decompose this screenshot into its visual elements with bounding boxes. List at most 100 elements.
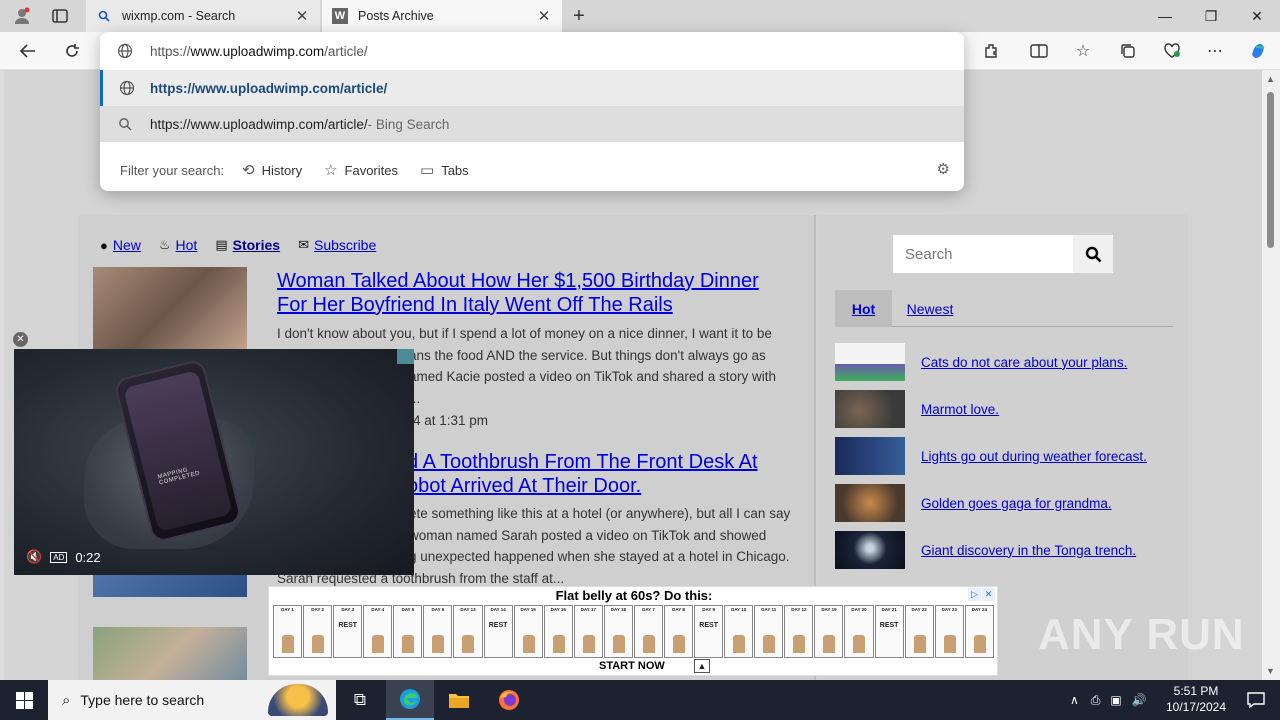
- item-link[interactable]: Giant discovery in the Tonga trench.: [921, 543, 1136, 558]
- list-item[interactable]: Marmot love.: [835, 389, 1175, 429]
- list-item[interactable]: Giant discovery in the Tonga trench.: [835, 530, 1175, 570]
- minimize-icon[interactable]: —: [1142, 0, 1188, 32]
- tab-strip: wixmp.com - Search ✕ W Posts Archive ✕ +…: [0, 0, 1280, 32]
- close-ad-icon[interactable]: ✕: [982, 588, 995, 601]
- fire-icon: ♨: [158, 237, 171, 252]
- sidebar-search-input[interactable]: Search: [893, 235, 1073, 273]
- scroll-down-icon[interactable]: ▼: [1266, 666, 1275, 676]
- back-icon[interactable]: [14, 38, 42, 64]
- ad-day-cell: DAY 5: [393, 605, 423, 658]
- nav-stories[interactable]: Stories: [233, 237, 280, 253]
- filter-history[interactable]: ⟲ History: [242, 161, 302, 179]
- device-icon[interactable]: ⎙: [1091, 693, 1101, 708]
- story-date: 4 at 1:31 pm: [413, 413, 489, 428]
- banner-ad[interactable]: Flat belly at 60s? Do this: ▷ ✕ DAY 1 DAY…: [268, 586, 998, 676]
- ad-cta[interactable]: START NOW: [599, 660, 665, 672]
- page-scrollbar[interactable]: ▲ ▼: [1262, 70, 1280, 680]
- item-link[interactable]: Golden goes gaga for grandma.: [921, 496, 1112, 511]
- extensions-icon[interactable]: [977, 38, 1005, 64]
- address-input[interactable]: https://www.uploadwimp.com/article/: [100, 33, 964, 69]
- search-icon: [96, 8, 112, 24]
- item-link[interactable]: Cats do not care about your plans.: [921, 355, 1127, 370]
- refresh-icon[interactable]: [58, 38, 86, 64]
- ad-day-cell: DAY 23: [934, 605, 964, 658]
- task-view-icon[interactable]: ⧉: [336, 680, 384, 720]
- tab-actions-icon[interactable]: [48, 5, 72, 27]
- filter-favorites[interactable]: ☆ Favorites: [324, 161, 398, 179]
- adchoices-icon[interactable]: ▷: [968, 588, 981, 601]
- tab-newest[interactable]: Newest: [897, 290, 963, 327]
- close-video-icon[interactable]: ✕: [13, 332, 28, 347]
- tab-hot[interactable]: Hot: [835, 290, 892, 327]
- gear-icon[interactable]: ⚙: [937, 160, 950, 178]
- address-prefix: https://: [150, 43, 191, 59]
- ad-day-label: DAY 7: [642, 607, 655, 612]
- ad-day-label: DAY 9: [702, 607, 716, 612]
- exercise-figure-icon: [312, 635, 325, 653]
- address-domain: www.uploadwimp.com: [190, 43, 325, 59]
- ad-day-cell: DAY 21 REST: [874, 605, 904, 658]
- edge-icon[interactable]: [386, 680, 434, 720]
- copilot-icon[interactable]: [1244, 38, 1272, 64]
- collections-icon[interactable]: [1114, 38, 1142, 64]
- list-item[interactable]: Golden goes gaga for grandma.: [835, 483, 1175, 523]
- volume-icon[interactable]: 🔊: [1132, 693, 1147, 707]
- url-suggestion[interactable]: https://www.uploadwimp.com/article/: [100, 70, 964, 106]
- nav-new[interactable]: New: [113, 237, 141, 253]
- file-explorer-icon[interactable]: [435, 680, 483, 720]
- ad-day-label: DAY 24: [971, 607, 987, 612]
- profile-icon[interactable]: [10, 5, 34, 27]
- more-menu-icon[interactable]: ⋯: [1201, 38, 1229, 64]
- close-tab-icon[interactable]: ✕: [294, 7, 310, 25]
- system-clock[interactable]: 5:51 PM 10/17/2024: [1160, 683, 1232, 715]
- restore-icon[interactable]: ❐: [1188, 0, 1234, 32]
- split-screen-icon[interactable]: [1025, 38, 1053, 64]
- windows-start-icon[interactable]: [0, 680, 48, 720]
- video-expand-icon[interactable]: [397, 349, 414, 364]
- browser-essentials-icon[interactable]: [1158, 38, 1186, 64]
- firefox-icon[interactable]: [485, 680, 533, 720]
- chevron-up-icon[interactable]: ∧: [1070, 693, 1079, 707]
- item-link[interactable]: Marmot love.: [921, 402, 999, 417]
- close-window-icon[interactable]: ✕: [1234, 0, 1280, 32]
- notifications-icon[interactable]: [1232, 680, 1280, 720]
- exercise-figure-icon: [733, 635, 746, 653]
- bing-search-suggestion[interactable]: https://www.uploadwimp.com/article/ - Bi…: [100, 106, 964, 142]
- taskbar: ⌕ Type here to search ⧉ ∧ ⎙ ▣ 🔊 5:51 PM …: [0, 680, 1280, 720]
- scroll-up-icon[interactable]: ▲: [1266, 74, 1275, 84]
- list-item[interactable]: Cats do not care about your plans.: [835, 342, 1175, 382]
- new-tab-icon[interactable]: +: [567, 5, 591, 27]
- search-button[interactable]: [1073, 235, 1113, 273]
- tab-search[interactable]: wixmp.com - Search ✕: [86, 0, 320, 32]
- exercise-figure-icon: [402, 635, 415, 653]
- exercise-figure-icon: [522, 635, 535, 653]
- story-title[interactable]: Woman Talked About How Her $1,500 Birthd…: [277, 269, 797, 317]
- address-bar-dropdown: https://www.uploadwimp.com/article/ http…: [100, 32, 964, 191]
- item-thumbnail: [835, 390, 905, 428]
- taskbar-search-input[interactable]: ⌕ Type here to search: [48, 680, 336, 720]
- close-tab-icon[interactable]: ✕: [536, 7, 552, 25]
- network-icon[interactable]: ▣: [1110, 693, 1121, 707]
- list-item[interactable]: Lights go out during weather forecast.: [835, 436, 1175, 476]
- ad-day-label: DAY 17: [580, 607, 596, 612]
- exercise-figure-icon: [582, 635, 595, 653]
- tab-posts-archive[interactable]: W Posts Archive ✕: [322, 0, 562, 32]
- newspaper-icon: ▤: [215, 237, 228, 252]
- scroll-thumb[interactable]: [1267, 92, 1274, 248]
- nav-hot[interactable]: Hot: [176, 237, 198, 253]
- chevron-up-icon[interactable]: ▲: [694, 659, 710, 673]
- nav-subscribe[interactable]: Subscribe: [314, 237, 376, 253]
- ad-day-label: DAY 1: [281, 607, 294, 612]
- story-thumbnail[interactable]: [93, 627, 247, 680]
- story-thumbnail[interactable]: [93, 267, 247, 353]
- favorites-icon[interactable]: ☆: [1069, 38, 1097, 64]
- search-icon: [1085, 246, 1101, 262]
- exercise-figure-icon: [853, 635, 866, 653]
- mute-icon[interactable]: 🔇: [26, 549, 42, 565]
- star-icon: ☆: [324, 162, 338, 179]
- search-filter-bar: Filter your search: ⟲ History ☆ Favorites …: [100, 150, 964, 190]
- video-player[interactable]: MAPPING COMPLETED 🔇 AD 0:22: [14, 349, 414, 575]
- ad-day-cell: DAY 10: [724, 605, 754, 658]
- item-link[interactable]: Lights go out during weather forecast.: [921, 449, 1147, 464]
- filter-tabs[interactable]: ▭ Tabs: [420, 161, 469, 179]
